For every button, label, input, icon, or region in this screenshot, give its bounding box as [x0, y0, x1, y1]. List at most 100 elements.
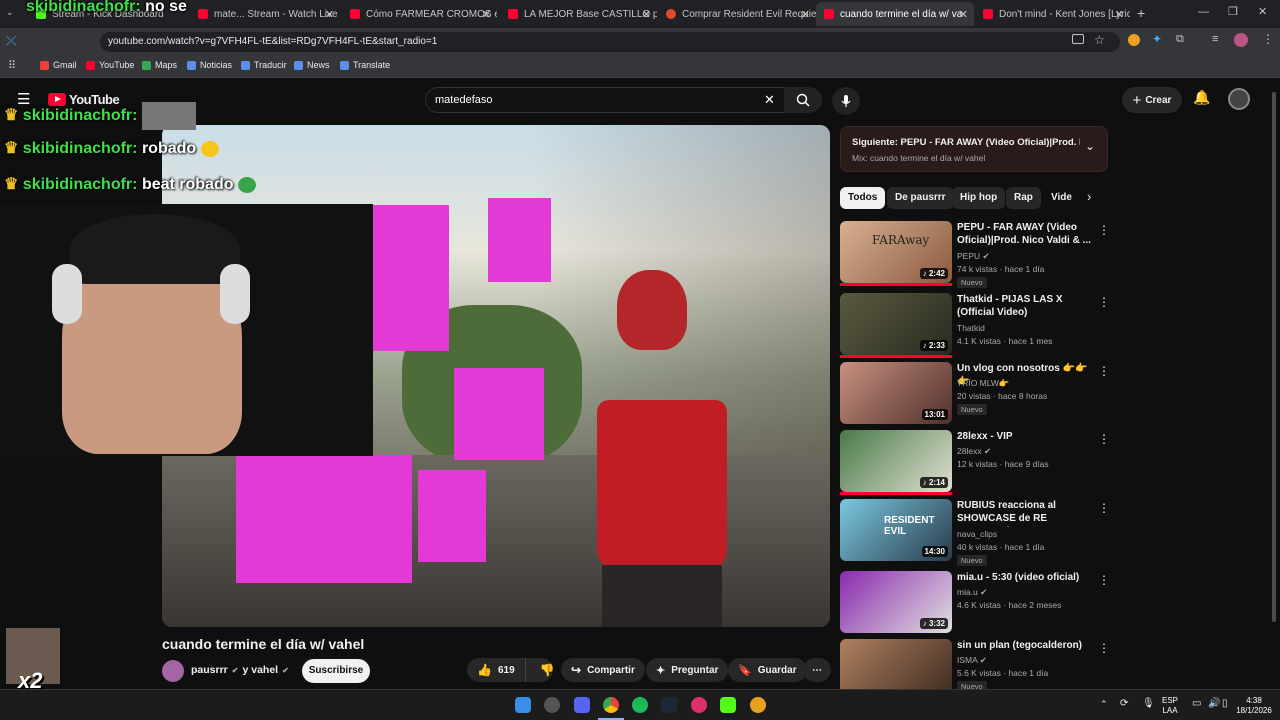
video-thumbnail[interactable] — [840, 639, 952, 689]
close-tab-icon[interactable]: ✕ — [959, 8, 968, 21]
url-field[interactable]: youtube.com/watch?v=g7VFH4FL-tE&list=RDg… — [100, 32, 1120, 52]
ask-button[interactable]: ✦ Preguntar — [646, 658, 729, 682]
reading-list-icon[interactable]: ≡ — [1212, 33, 1218, 45]
close-tab-icon[interactable]: ✕ — [1115, 8, 1124, 21]
tray-chevron-up-icon[interactable]: ⌃ — [1100, 699, 1108, 710]
bookmark-youtube[interactable]: YouTube — [86, 60, 134, 70]
video-thumbnail[interactable]: ♪ 2:14 — [840, 430, 952, 492]
browser-tab[interactable]: LA MEJOR Base CASTILLO para ✕ — [500, 2, 657, 26]
browser-tab-active[interactable]: cuando termine el día w/ va ✕ — [816, 2, 974, 26]
collab-channel-name[interactable]: y vahel — [242, 664, 278, 676]
share-button[interactable]: ↪ Compartir — [561, 658, 645, 682]
browser-menu-icon[interactable]: ⋮ — [1262, 32, 1274, 46]
browser-tab[interactable]: mate... Stream - Watch Live ✕ — [190, 2, 340, 26]
chip-rap[interactable]: Rap — [1006, 187, 1041, 209]
minimize-icon[interactable]: — — [1198, 6, 1209, 18]
create-button[interactable]: + Crear — [1122, 87, 1182, 113]
volume-icon[interactable]: 🔊 — [1208, 698, 1220, 709]
install-app-icon[interactable] — [1072, 34, 1084, 44]
next-up-panel[interactable]: Siguiente: PEPU - FAR AWAY (Video Oficia… — [840, 126, 1108, 172]
bookmark-maps[interactable]: Maps — [142, 60, 177, 70]
subscribe-button[interactable]: Suscribirse — [302, 659, 370, 683]
back-icon[interactable]: ⤫ — [6, 33, 16, 49]
dislike-button[interactable]: 👎 — [532, 663, 563, 677]
maximize-icon[interactable]: ❐ — [1228, 5, 1238, 18]
bookmark-translate[interactable]: Translate — [340, 60, 390, 70]
like-button[interactable]: 👍 619 — [467, 658, 526, 682]
more-vertical-icon[interactable]: ⋮ — [1098, 223, 1110, 237]
search-button[interactable] — [784, 87, 822, 113]
chip-de-pausrrr[interactable]: De pausrrr — [887, 187, 954, 209]
close-tab-icon[interactable]: ✕ — [801, 8, 810, 21]
channel-avatar[interactable] — [162, 660, 184, 682]
new-tab-button[interactable]: + — [1137, 5, 1145, 21]
recommendation-item[interactable]: ♪ 2:33 Thatkid - PIJAS LAS X (Official V… — [840, 293, 1110, 359]
chip-todos[interactable]: Todos — [840, 187, 886, 209]
extension-icon[interactable]: ✦ — [1152, 32, 1162, 46]
channel-names[interactable]: pausrrr ✔ y vahel ✔ — [191, 664, 289, 676]
close-tab-icon[interactable]: ✕ — [642, 8, 651, 21]
recommendation-item[interactable]: 13:01 Un vlog con nosotros 👉👉👉 TRÍO MLW👉… — [840, 362, 1110, 428]
clock[interactable]: 4:38 18/1/2026 — [1236, 696, 1272, 716]
close-tab-icon[interactable]: ✕ — [482, 8, 491, 21]
chevron-down-icon[interactable]: ⌄ — [1085, 139, 1095, 153]
save-button[interactable]: 🔖 Guardar — [728, 658, 807, 682]
bookmark-noticias[interactable]: Noticias — [187, 60, 232, 70]
settings-gear-icon[interactable] — [544, 697, 560, 713]
more-actions-button[interactable]: ⋯ — [803, 658, 831, 682]
recommendation-item[interactable]: FARAway ♪ 2:42 PEPU - FAR AWAY (Video Of… — [840, 221, 1110, 288]
language-indicator[interactable]: ESP LAA — [1162, 696, 1178, 716]
battery-icon[interactable]: ▯ — [1222, 698, 1228, 709]
tab-search-icon[interactable]: ⌄ — [6, 7, 20, 21]
video-thumbnail[interactable]: 13:01 — [840, 362, 952, 424]
apps-grid-icon[interactable]: ⠿ — [8, 59, 16, 72]
recommendation-item[interactable]: ♪ 2:14 28lexx - VIP 28lexx ✔ 12 k vistas… — [840, 430, 1110, 496]
chip-video[interactable]: Vide — [1043, 187, 1075, 209]
extension-icon[interactable] — [1128, 34, 1140, 46]
close-window-icon[interactable]: ✕ — [1258, 5, 1267, 18]
kick-icon[interactable] — [720, 697, 736, 713]
windows-start-icon[interactable] — [515, 697, 531, 713]
profile-avatar[interactable] — [1234, 33, 1248, 47]
recommendation-item[interactable]: RESIDENT EVIL 14:30 RUBIUS reacciona al … — [840, 499, 1110, 566]
bookmark-news[interactable]: News — [294, 60, 330, 70]
chrome-icon[interactable] — [603, 697, 619, 713]
account-avatar[interactable] — [1228, 88, 1250, 110]
network-icon[interactable]: ▭ — [1192, 698, 1201, 709]
spotify-icon[interactable] — [632, 697, 648, 713]
video-thumbnail[interactable]: FARAway ♪ 2:42 — [840, 221, 952, 283]
more-vertical-icon[interactable]: ⋮ — [1098, 295, 1110, 309]
video-thumbnail[interactable]: RESIDENT EVIL 14:30 — [840, 499, 952, 561]
recommendation-item[interactable]: sin un plan (tegocalderon) ISMA ✔ 5.6 K … — [840, 639, 1108, 689]
steam-icon[interactable] — [661, 697, 677, 713]
app-icon[interactable] — [691, 697, 707, 713]
chip-hip-hop[interactable]: Hip hop — [952, 187, 1006, 209]
app-icon[interactable] — [750, 697, 766, 713]
video-thumbnail[interactable]: ♪ 2:33 — [840, 293, 952, 355]
bookmark-traducir[interactable]: Traducir — [241, 60, 287, 70]
tray-sync-icon[interactable]: ⟳ — [1120, 698, 1128, 709]
search-input[interactable]: matedefaso — [425, 87, 790, 113]
bookmark-gmail[interactable]: Gmail — [40, 60, 77, 70]
more-vertical-icon[interactable]: ⋮ — [1098, 501, 1110, 515]
channel-name[interactable]: pausrrr — [191, 664, 228, 676]
discord-icon[interactable] — [574, 697, 590, 713]
video-thumbnail[interactable]: ♪ 3:32 — [840, 571, 952, 633]
browser-tab[interactable]: Comprar Resident Evil Requiem ✕ — [658, 2, 816, 26]
notifications-bell-icon[interactable]: 🔔 — [1193, 89, 1210, 106]
tray-mic-icon[interactable]: 🎙 — [1142, 698, 1155, 709]
page-scrollbar[interactable] — [1272, 92, 1276, 622]
browser-tab[interactable]: Cómo FARMEAR CROMOS en ✕ — [342, 2, 497, 26]
chips-next-arrow-icon[interactable]: › — [1087, 189, 1091, 204]
recommendation-item[interactable]: ♪ 3:32 mia.u - 5:30 (video oficial) mia.… — [840, 571, 1110, 637]
extensions-puzzle-icon[interactable]: ⧉ — [1176, 33, 1184, 46]
more-vertical-icon[interactable]: ⋮ — [1098, 641, 1108, 655]
browser-tab[interactable]: Don't mind - Kent Jones [Lyrics ✕ — [975, 2, 1130, 26]
voice-search-button[interactable] — [832, 87, 860, 115]
bookmark-star-icon[interactable]: ☆ — [1094, 33, 1105, 47]
more-vertical-icon[interactable]: ⋮ — [1098, 432, 1110, 446]
close-tab-icon[interactable]: ✕ — [325, 8, 334, 21]
clear-search-icon[interactable]: ✕ — [764, 92, 775, 108]
more-vertical-icon[interactable]: ⋮ — [1098, 364, 1110, 378]
more-vertical-icon[interactable]: ⋮ — [1098, 573, 1110, 587]
